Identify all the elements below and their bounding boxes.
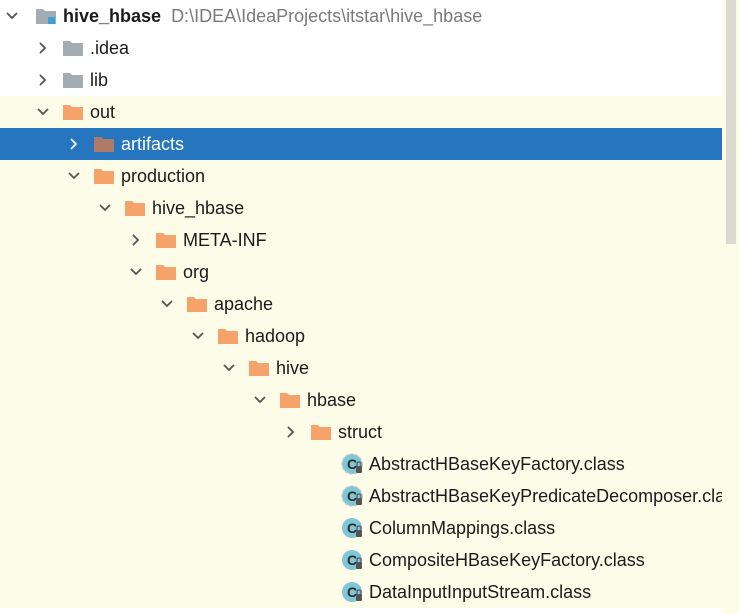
chevron-down-icon[interactable] [188,326,208,346]
output-folder-icon [155,262,177,282]
tree-item-label: hive_hbase [152,198,245,218]
output-folder-icon [124,198,146,218]
tree-item-label: hbase [307,390,357,410]
tree-row[interactable]: apache [0,288,722,320]
chevron-right-icon[interactable] [126,230,146,250]
tree-item-label: hive [276,358,310,378]
tree-item-label: out [90,102,116,122]
tree-item-label: artifacts [121,134,185,154]
tree-row[interactable]: out [0,96,722,128]
abstract-class-icon: C [341,485,363,507]
tree-row[interactable]: C AbstractHBaseKeyPredicateDecomposer.cla… [0,480,739,512]
svg-text:C: C [347,520,357,536]
tree-item-label: AbstractHBaseKeyFactory.class [369,454,625,474]
tree-item-label: struct [338,422,383,442]
tree-row[interactable]: C CompositeHBaseKeyFactory.class [0,544,722,576]
tree-item-label: org [183,262,210,282]
tree-row[interactable]: org [0,256,722,288]
class-file-icon: C [341,582,363,602]
tree-row[interactable]: hive [0,352,722,384]
class-file-icon: C [341,518,363,538]
scrollbar-thumb[interactable] [726,0,736,244]
tree-item-label: lib [90,70,109,90]
svg-text:C: C [347,584,357,600]
tree-item-label: .idea [90,38,130,58]
chevron-down-icon[interactable] [2,6,22,26]
output-folder-icon [248,358,270,378]
class-file-icon: C [341,550,363,570]
tree-root-row[interactable]: hive_hbase D:\IDEA\IdeaProjects\itstar\h… [0,0,722,32]
tree-row[interactable]: META-INF [0,224,722,256]
tree-row[interactable]: artifacts [0,128,722,160]
chevron-down-icon[interactable] [250,390,270,410]
tree-item-label: META-INF [183,230,267,250]
tree-item-label: AbstractHBaseKeyPredicateDecomposer.clas… [369,486,739,506]
project-name: hive_hbase [63,6,162,26]
tree-row[interactable]: .idea [0,32,722,64]
chevron-right-icon[interactable] [33,70,53,90]
chevron-right-icon[interactable] [64,134,84,154]
vertical-scrollbar[interactable] [722,0,739,614]
project-module-icon [35,6,57,26]
tree-row[interactable]: hadoop [0,320,722,352]
chevron-down-icon[interactable] [95,198,115,218]
chevron-down-icon[interactable] [157,294,177,314]
svg-text:C: C [347,488,357,504]
abstract-class-icon: C [341,453,363,475]
output-folder-icon [310,422,332,442]
tree-item-label: DataInputInputStream.class [369,582,592,602]
output-folder-icon [155,230,177,250]
tree-row[interactable]: C AbstractHBaseKeyFactory.class [0,448,722,480]
project-tree: hive_hbase D:\IDEA\IdeaProjects\itstar\h… [0,0,739,614]
output-folder-icon [279,390,301,410]
tree-row[interactable]: production [0,160,722,192]
svg-text:C: C [347,456,357,472]
tree-row[interactable]: C ColumnMappings.class [0,512,722,544]
chevron-down-icon[interactable] [126,262,146,282]
chevron-down-icon[interactable] [219,358,239,378]
tree-row[interactable]: lib [0,64,722,96]
project-path: D:\IDEA\IdeaProjects\itstar\hive_hbase [171,6,483,26]
folder-icon [62,70,84,90]
tree-row[interactable]: hive_hbase [0,192,722,224]
output-folder-icon [186,294,208,314]
tree-row[interactable]: struct [0,416,722,448]
tree-item-label: ColumnMappings.class [369,518,556,538]
tree-item-label: production [121,166,206,186]
chevron-right-icon[interactable] [281,422,301,442]
output-folder-icon [217,326,239,346]
folder-icon [62,38,84,58]
tree-item-label: hadoop [245,326,306,346]
chevron-down-icon[interactable] [64,166,84,186]
tree-item-label: apache [214,294,274,314]
tree-row[interactable]: C DataInputInputStream.class [0,576,722,608]
chevron-down-icon[interactable] [33,102,53,122]
tree-item-label: CompositeHBaseKeyFactory.class [369,550,645,570]
svg-text:C: C [347,552,357,568]
tree-row[interactable]: hbase [0,384,722,416]
output-folder-icon [93,166,115,186]
output-folder-icon [62,102,84,122]
excluded-folder-icon [93,134,115,154]
chevron-right-icon[interactable] [33,38,53,58]
